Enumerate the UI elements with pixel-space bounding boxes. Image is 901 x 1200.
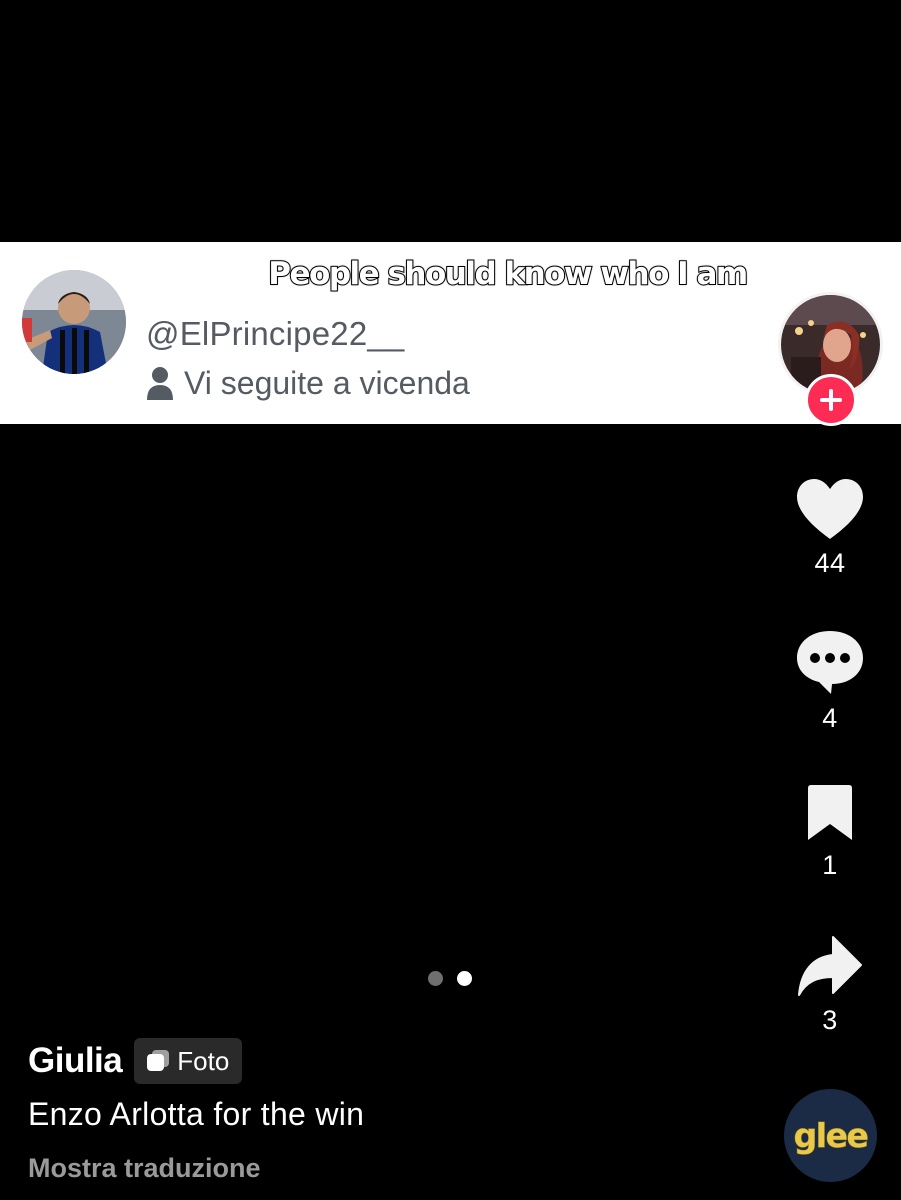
share-button[interactable]: 3 (785, 935, 875, 1036)
share-count: 3 (822, 1005, 838, 1035)
carousel-dot-2[interactable] (457, 971, 472, 986)
like-button[interactable]: 44 (785, 478, 875, 579)
show-translation-link[interactable]: Mostra traduzione (28, 1153, 261, 1184)
comment-bubble-icon (797, 631, 863, 694)
carousel-indicator[interactable] (428, 971, 472, 986)
share-arrow-icon (798, 936, 862, 996)
mutual-follow-label: Vi seguite a vicenda (184, 364, 470, 401)
author-row: Giulia Foto (28, 1038, 243, 1084)
person-icon (147, 367, 173, 400)
bookmark-icon (808, 785, 852, 840)
mutual-follow-status: Vi seguite a vicenda (146, 363, 470, 403)
carousel-dot-1[interactable] (428, 971, 443, 986)
overlay-caption: People should know who I am (267, 255, 749, 293)
heart-icon (797, 479, 863, 539)
author-name[interactable]: Giulia (28, 1041, 123, 1081)
profile-avatar[interactable] (22, 270, 126, 374)
video-feed-screen: @ElPrincipe22__ Vi seguite a vicenda Peo… (0, 0, 901, 1200)
photo-badge-label: Foto (177, 1045, 230, 1076)
save-count: 1 (822, 850, 838, 880)
save-button[interactable]: 1 (785, 784, 875, 881)
like-count: 44 (814, 548, 846, 578)
music-disc[interactable]: glee (784, 1089, 877, 1182)
post-caption: Enzo Arlotta for the win (28, 1096, 365, 1132)
plus-icon (820, 389, 842, 411)
photo-badge: Foto (134, 1038, 243, 1084)
music-disc-label: glee (793, 1116, 869, 1156)
comment-count: 4 (822, 703, 838, 733)
follow-button[interactable] (805, 374, 857, 426)
photo-stack-icon (147, 1050, 170, 1071)
profile-handle[interactable]: @ElPrincipe22__ (146, 315, 404, 353)
comment-button[interactable]: 4 (785, 629, 875, 734)
